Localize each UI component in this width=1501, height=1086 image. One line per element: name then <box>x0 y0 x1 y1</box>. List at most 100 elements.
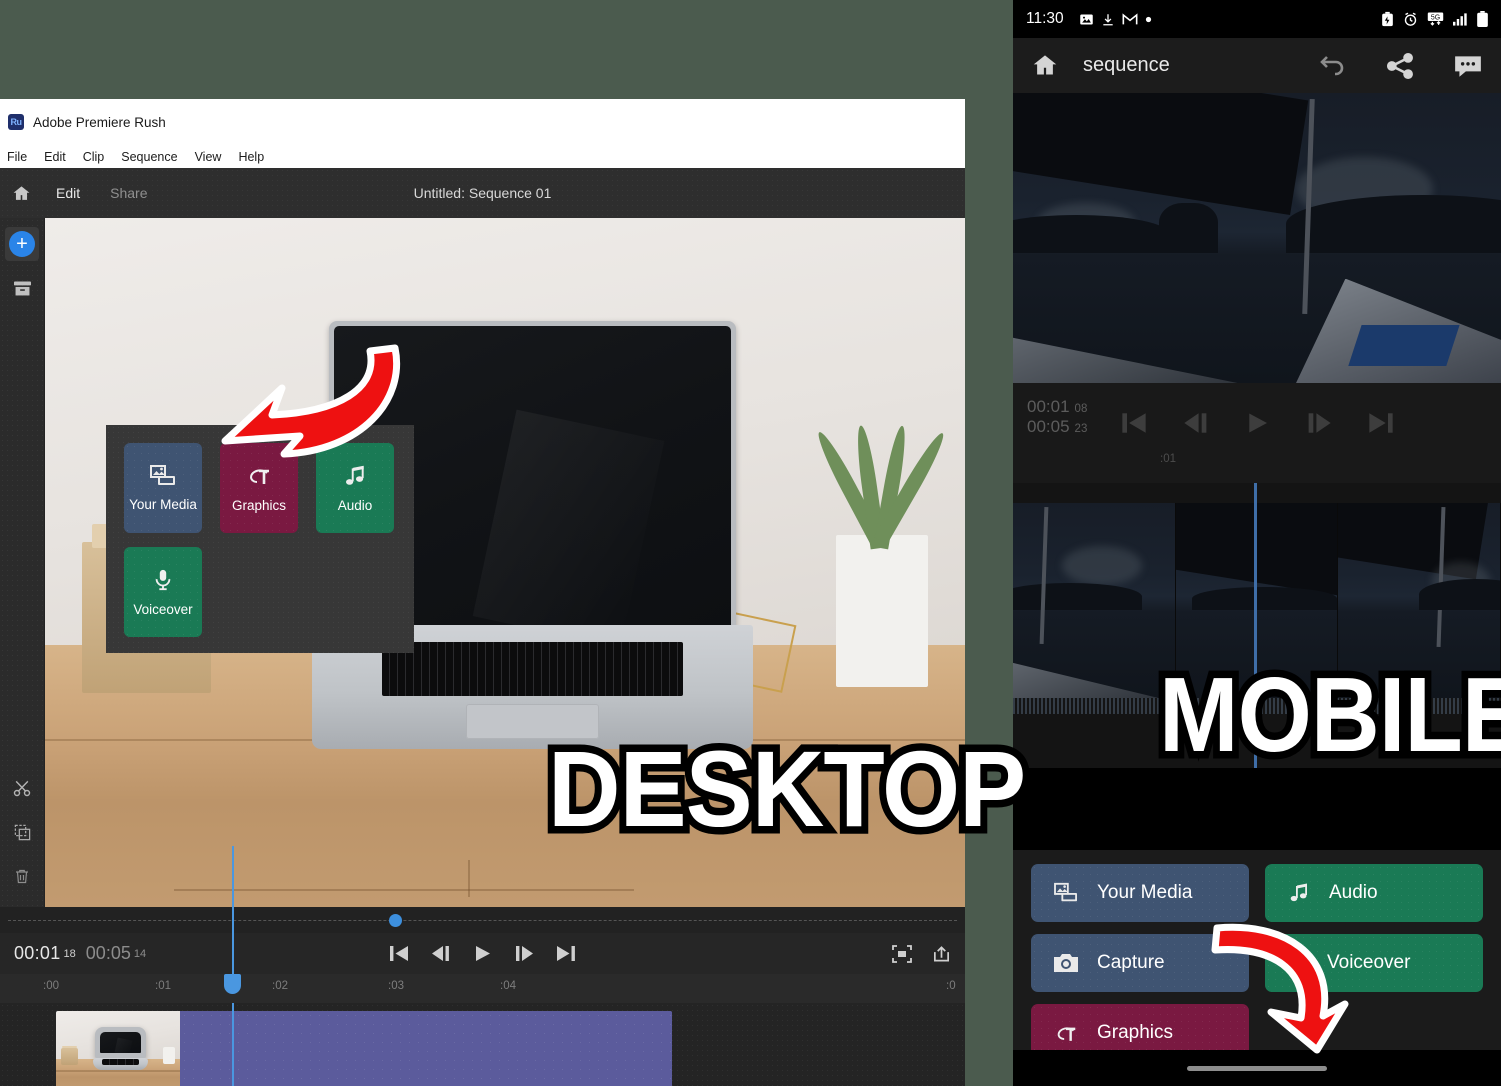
desk-edge-line <box>173 889 634 892</box>
mobile-timeline-ruler[interactable]: :01 <box>1013 453 1501 477</box>
popup-button-graphics[interactable]: Graphics <box>220 443 298 533</box>
step-forward-icon[interactable] <box>1306 412 1332 434</box>
android-status-bar: 11:30 5G <box>1013 0 1501 38</box>
menu-bar: File Edit Clip Sequence View Help <box>0 145 965 168</box>
mobile-button-your-media[interactable]: Your Media <box>1031 864 1249 922</box>
fullscreen-icon[interactable] <box>892 944 912 963</box>
thumb-base <box>93 1057 148 1071</box>
cut-button[interactable] <box>5 771 39 805</box>
mobile-transport-controls <box>1013 411 1501 435</box>
delete-button[interactable] <box>5 859 39 893</box>
comment-icon[interactable] <box>1453 53 1483 79</box>
timeline-ruler[interactable]: :00 :01 :02 :03 :04 :0 <box>0 974 965 1003</box>
home-icon[interactable] <box>0 184 42 203</box>
status-left: 11:30 <box>1026 10 1152 28</box>
tab-share[interactable]: Share <box>110 185 147 201</box>
menu-item-file[interactable]: File <box>7 150 27 164</box>
graphics-icon <box>1057 1026 1076 1041</box>
ruler-tick-1: :01 <box>155 980 171 992</box>
title-bar: Ru Adobe Premiere Rush <box>0 99 965 145</box>
graphics-icon <box>250 469 269 484</box>
mobile-app-header: sequence <box>1013 38 1501 93</box>
menu-item-view[interactable]: View <box>195 150 222 164</box>
mobile-button-capture[interactable]: Capture <box>1031 934 1249 992</box>
skip-to-start-icon[interactable] <box>389 945 409 962</box>
boat-blue-tarp <box>1347 325 1459 366</box>
total-timecode: 00:05 <box>85 943 131 963</box>
project-button[interactable] <box>5 271 39 305</box>
mobile-label-voiceover: Voiceover <box>1327 952 1411 973</box>
edit-share-tabbar: Edit Share Untitled: Sequence 01 <box>0 168 965 218</box>
photo-plant <box>812 424 949 550</box>
mobile-transport-bar: 00:01 08 00:05 23 :01 <box>1013 383 1501 483</box>
status-right: 5G <box>1381 11 1488 27</box>
timeline-clip[interactable] <box>56 1011 672 1086</box>
play-icon[interactable] <box>473 944 492 963</box>
mobile-add-media-panel: Your Media Audio Capture Voiceover Graph… <box>1013 850 1501 1062</box>
add-media-button[interactable]: + <box>5 227 39 261</box>
menu-item-clip[interactable]: Clip <box>83 150 105 164</box>
popup-label-audio: Audio <box>337 498 373 513</box>
popup-button-voiceover[interactable]: Voiceover <box>124 547 202 637</box>
total-frames: 14 <box>133 947 147 960</box>
skip-to-start-icon[interactable] <box>1121 412 1147 434</box>
undo-icon[interactable] <box>1318 53 1348 79</box>
camera-icon <box>1054 954 1078 972</box>
current-timecode: 00:01 <box>14 943 61 963</box>
ruler-tick-3: :03 <box>388 980 404 992</box>
ruler-tick-2: :02 <box>272 980 288 992</box>
photo-plant-pot <box>836 534 929 687</box>
music-note-icon <box>1290 883 1307 902</box>
microphone-icon <box>1290 952 1306 974</box>
mobile-preview-video[interactable] <box>1013 93 1501 383</box>
music-note-icon <box>346 465 364 485</box>
dot-icon <box>1145 16 1151 22</box>
mobile-button-audio[interactable]: Audio <box>1265 864 1483 922</box>
signal-icon <box>1453 13 1467 26</box>
menu-item-sequence[interactable]: Sequence <box>121 150 177 164</box>
menu-item-edit[interactable]: Edit <box>44 150 66 164</box>
mobile-label-graphics: Graphics <box>1097 1022 1174 1043</box>
thumb-lid <box>95 1026 146 1059</box>
popup-button-audio[interactable]: Audio <box>316 443 394 533</box>
app-logo-icon: Ru <box>8 114 24 130</box>
thumb-pot <box>162 1046 176 1065</box>
share-icon[interactable] <box>1386 52 1415 79</box>
thumb-laptop <box>93 1026 148 1071</box>
step-back-icon[interactable] <box>431 945 451 962</box>
status-time: 11:30 <box>1026 10 1064 27</box>
popup-label-voiceover: Voiceover <box>133 602 193 617</box>
menu-item-help[interactable]: Help <box>238 150 264 164</box>
skip-to-end-icon[interactable] <box>556 945 576 962</box>
rock-center <box>1159 203 1218 253</box>
step-forward-icon[interactable] <box>514 945 534 962</box>
popup-button-your-media[interactable]: Your Media <box>124 443 202 533</box>
skip-to-end-icon[interactable] <box>1368 412 1394 434</box>
export-icon[interactable] <box>932 945 951 963</box>
mobile-button-voiceover[interactable]: Voiceover <box>1265 934 1483 992</box>
preview-scrubber[interactable] <box>0 907 965 933</box>
mobile-label-your-media: Your Media <box>1097 882 1193 903</box>
scrubber-track <box>8 920 957 921</box>
svg-text:5G: 5G <box>1431 14 1440 21</box>
image-icon <box>1079 14 1093 24</box>
mobile-header-actions <box>1318 52 1483 79</box>
play-icon[interactable] <box>1245 411 1270 435</box>
screenshot-root: Ru Adobe Premiere Rush File Edit Clip Se… <box>0 0 1501 1086</box>
step-back-icon[interactable] <box>1183 412 1209 434</box>
mobile-button-row: Your Media Audio <box>1031 864 1483 922</box>
nav-gesture-pill[interactable] <box>1187 1065 1327 1071</box>
scrubber-handle[interactable] <box>389 914 402 927</box>
mobile-label-capture: Capture <box>1097 952 1165 973</box>
mobile-sequence-title[interactable]: sequence <box>1083 54 1170 77</box>
duplicate-button[interactable] <box>5 815 39 849</box>
5g-icon: 5G <box>1427 12 1444 26</box>
transport-bar: 00:01 18 00:05 14 <box>0 933 965 974</box>
mobile-button-row: Capture Voiceover <box>1031 934 1483 992</box>
alarm-icon <box>1404 12 1417 26</box>
home-icon[interactable] <box>1031 52 1059 79</box>
tab-edit[interactable]: Edit <box>56 185 80 201</box>
download-icon <box>1102 13 1113 25</box>
microphone-icon <box>155 569 171 591</box>
ruler-tick-0: :00 <box>43 980 59 992</box>
